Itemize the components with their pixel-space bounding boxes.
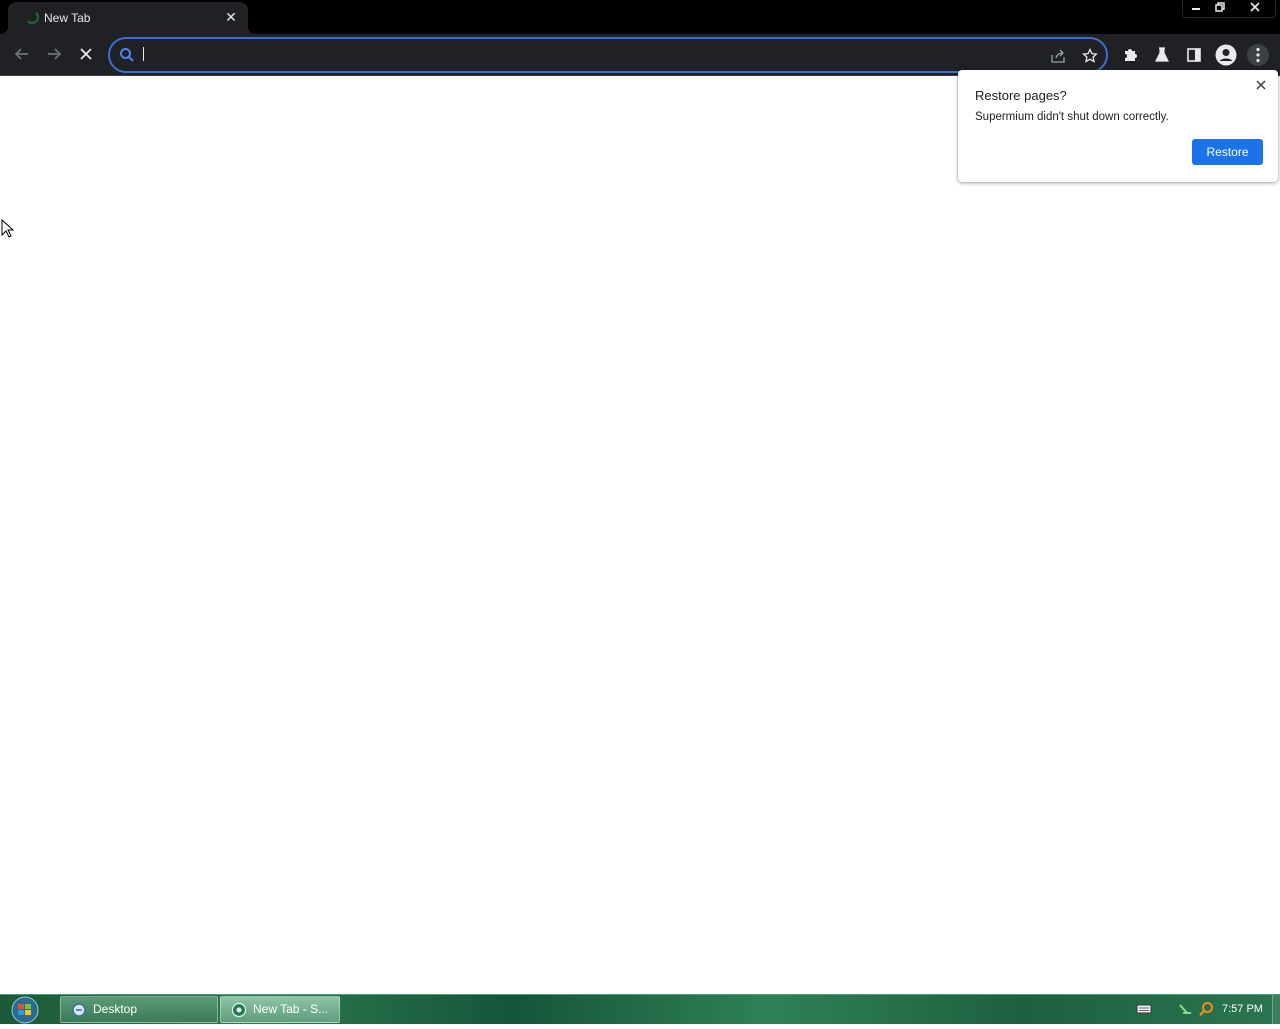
page-content bbox=[0, 77, 1280, 994]
tab-new-tab[interactable]: New Tab ✕ bbox=[0, 2, 256, 34]
taskbar-clock[interactable]: 7:57 PM bbox=[1222, 1003, 1263, 1015]
stop-icon bbox=[80, 48, 92, 60]
dialog-title: Restore pages? bbox=[975, 88, 1067, 103]
show-desktop-button[interactable] bbox=[1272, 995, 1280, 1025]
search-icon[interactable] bbox=[1198, 1001, 1214, 1017]
menu-button[interactable] bbox=[1246, 43, 1270, 67]
search-icon bbox=[120, 48, 134, 62]
taskbar-button-browser[interactable]: New Tab - S... bbox=[220, 996, 340, 1023]
forward-arrow-icon bbox=[48, 48, 62, 60]
extensions-button[interactable] bbox=[1118, 43, 1142, 67]
puzzle-icon bbox=[1125, 49, 1137, 61]
side-panel-button[interactable] bbox=[1182, 43, 1206, 67]
loading-spinner-icon bbox=[25, 10, 39, 24]
tab-close-button[interactable]: ✕ bbox=[222, 8, 240, 26]
browser-icon bbox=[231, 1002, 247, 1018]
share-button[interactable] bbox=[1048, 46, 1068, 66]
flask-icon bbox=[1155, 47, 1169, 62]
stop-loading-button[interactable] bbox=[72, 40, 100, 68]
taskbar-label: Desktop bbox=[93, 1002, 138, 1016]
taskbar: Desktop New Tab - S... 7:57 PM bbox=[0, 994, 1280, 1025]
close-icon bbox=[1256, 80, 1266, 90]
share-icon bbox=[1051, 49, 1065, 63]
restore-window-button[interactable] bbox=[1208, 0, 1232, 17]
keyboard-icon[interactable] bbox=[1136, 1001, 1152, 1017]
kebab-menu-icon bbox=[1247, 44, 1269, 66]
restore-button[interactable]: Restore bbox=[1192, 139, 1263, 165]
mouse-cursor-icon bbox=[1, 219, 15, 238]
minimize-button[interactable] bbox=[1184, 0, 1208, 17]
desktop-icon bbox=[72, 1003, 86, 1017]
address-bar[interactable] bbox=[108, 37, 1108, 73]
dialog-message: Supermium didn't shut down correctly. bbox=[975, 111, 1169, 123]
bookmark-button[interactable] bbox=[1080, 46, 1100, 66]
address-input[interactable] bbox=[142, 45, 1022, 65]
back-button[interactable] bbox=[8, 40, 36, 68]
start-button[interactable] bbox=[8, 996, 42, 1024]
labs-button[interactable] bbox=[1150, 43, 1174, 67]
forward-button[interactable] bbox=[40, 40, 68, 68]
restore-pages-dialog: Restore pages? Supermium didn't shut dow… bbox=[958, 70, 1278, 182]
dialog-close-button[interactable] bbox=[1252, 76, 1270, 94]
network-icon[interactable] bbox=[1178, 1001, 1194, 1017]
star-icon bbox=[1082, 48, 1098, 63]
profile-button[interactable] bbox=[1214, 43, 1238, 67]
taskbar-button-desktop[interactable]: Desktop bbox=[60, 996, 218, 1023]
taskbar-label: New Tab - S... bbox=[253, 1002, 329, 1016]
close-window-button[interactable] bbox=[1236, 0, 1274, 17]
side-panel-icon bbox=[1187, 48, 1201, 62]
avatar-icon bbox=[1215, 44, 1237, 66]
restore-window-icon bbox=[1215, 2, 1225, 12]
text-caret bbox=[143, 47, 144, 61]
windows-logo-icon bbox=[11, 996, 39, 1024]
close-icon bbox=[1250, 2, 1260, 12]
tab-title: New Tab bbox=[44, 11, 91, 25]
minimize-icon bbox=[1192, 8, 1200, 10]
back-arrow-icon bbox=[14, 48, 28, 60]
title-bar: New Tab ✕ bbox=[0, 0, 1280, 34]
